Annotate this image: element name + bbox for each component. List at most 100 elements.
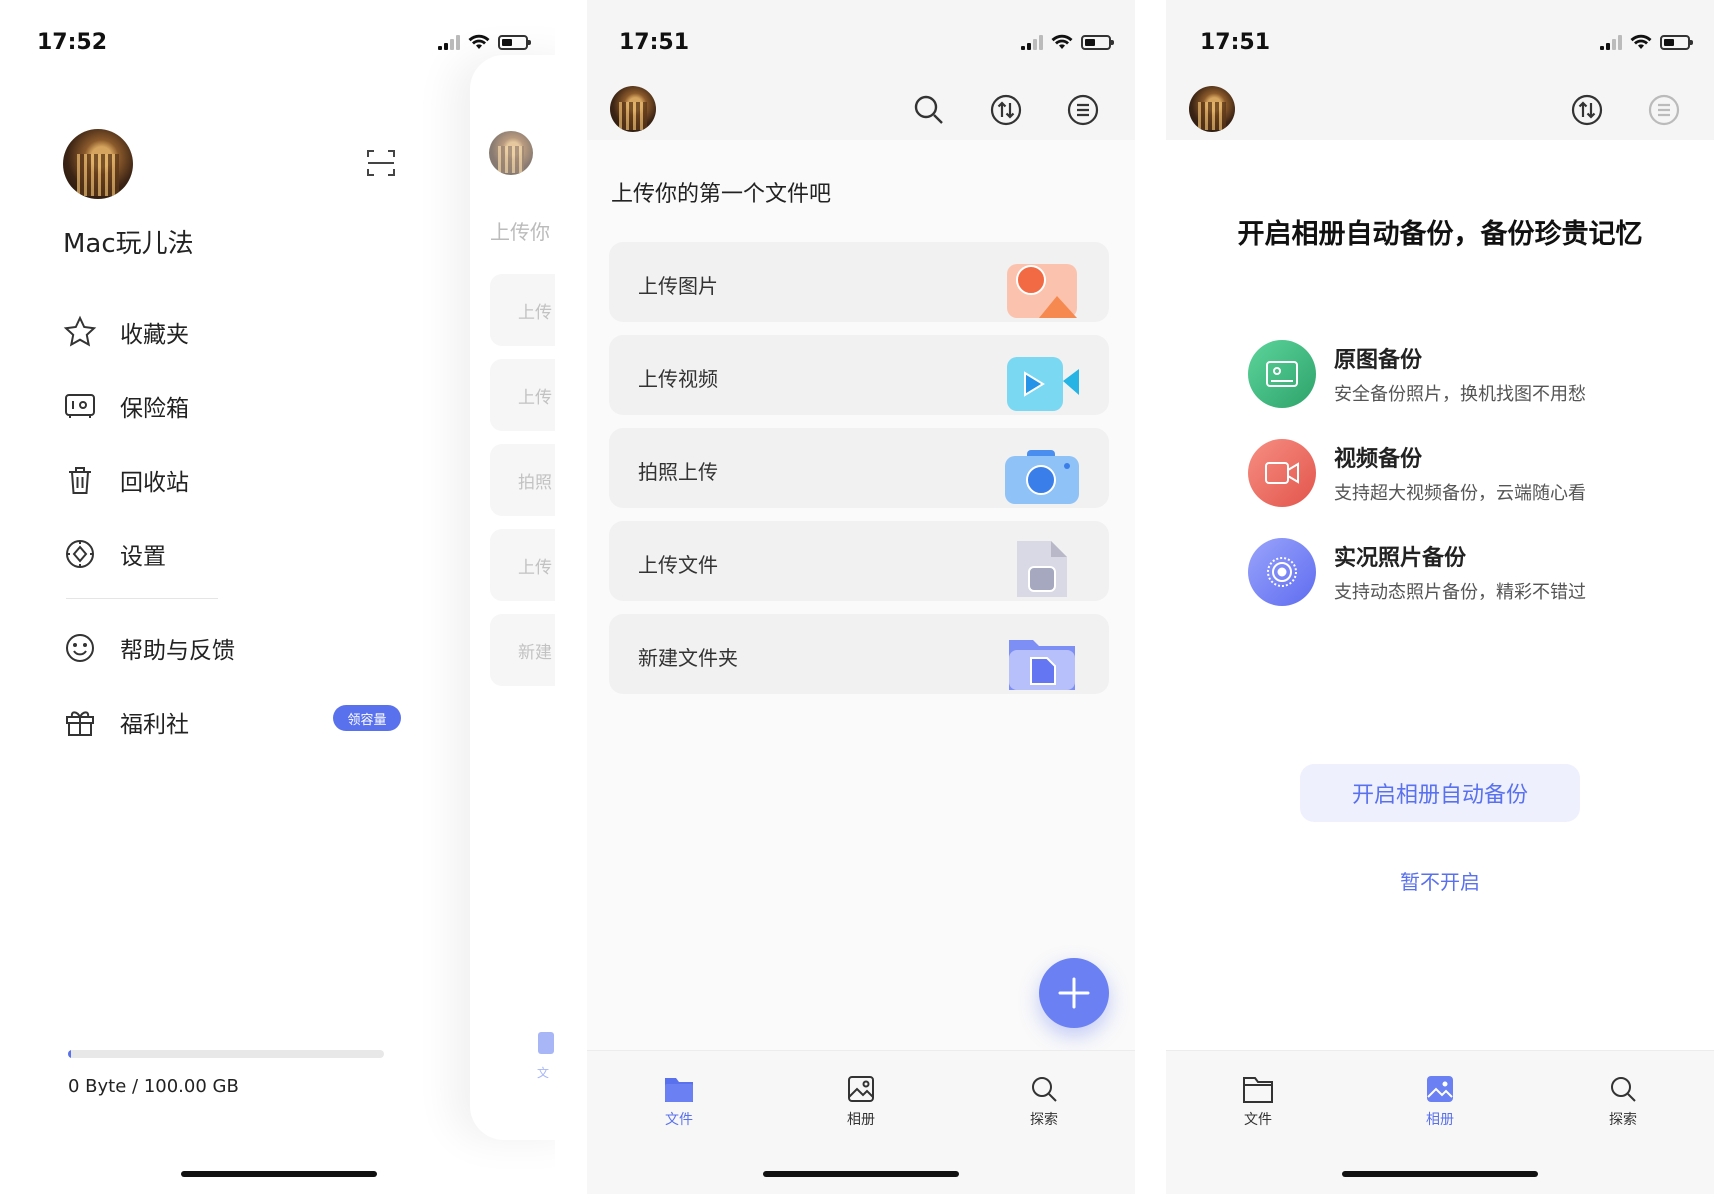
album-icon bbox=[848, 1076, 874, 1102]
menu-item-label: 福利社 bbox=[120, 712, 189, 738]
tab-label: 探索 bbox=[1609, 1112, 1637, 1128]
status-time: 17:52 bbox=[37, 30, 108, 55]
top-bar bbox=[587, 0, 1135, 140]
menu-item-label: 收藏夹 bbox=[120, 322, 189, 348]
profile-avatar[interactable] bbox=[63, 129, 133, 199]
feature-title: 视频备份 bbox=[1334, 447, 1423, 472]
safe-icon bbox=[63, 389, 97, 423]
status-time: 17:51 bbox=[1200, 30, 1271, 55]
scan-icon[interactable] bbox=[366, 148, 396, 178]
feature-photo-backup: 原图备份 安全备份照片，换机找图不用愁 bbox=[1248, 340, 1586, 408]
menu-item-trash[interactable]: 回收站 bbox=[63, 458, 403, 502]
battery-icon bbox=[1660, 34, 1693, 50]
tab-label: 文件 bbox=[1244, 1112, 1272, 1128]
feature-video-backup: 视频备份 支持超大视频备份，云端随心看 bbox=[1248, 439, 1586, 507]
card-label: 上传文件 bbox=[638, 553, 718, 577]
image-upload-icon bbox=[1007, 264, 1077, 318]
peek-folder-icon bbox=[538, 1032, 554, 1054]
peek-tab-label: 文 bbox=[537, 1066, 550, 1080]
tab-label: 文件 bbox=[665, 1112, 693, 1128]
tab-files[interactable]: 文件 bbox=[639, 1075, 719, 1129]
profile-avatar[interactable] bbox=[1189, 86, 1235, 132]
tab-explore[interactable]: 探索 bbox=[1004, 1075, 1084, 1129]
status-icons bbox=[1600, 34, 1693, 50]
star-icon bbox=[63, 315, 97, 349]
feature-desc: 安全备份照片，换机找图不用愁 bbox=[1334, 384, 1586, 405]
status-icons bbox=[1021, 34, 1114, 50]
folder-icon bbox=[665, 1078, 693, 1102]
gear-icon bbox=[63, 537, 97, 571]
feature-title: 实况照片备份 bbox=[1334, 546, 1467, 571]
peek-card: 拍照 bbox=[490, 444, 555, 516]
album-icon bbox=[1427, 1076, 1453, 1102]
card-label: 新建文件夹 bbox=[638, 646, 738, 670]
camera-upload-card[interactable]: 拍照上传 bbox=[609, 428, 1109, 508]
side-drawer-screen: 17:52 上传你 上传 上传 拍照 上传 新建 文 Mac玩儿法 收藏夹 保险… bbox=[0, 0, 555, 1194]
new-folder-card[interactable]: 新建文件夹 bbox=[609, 614, 1109, 694]
page-title: 上传你的第一个文件吧 bbox=[611, 182, 832, 207]
peek-card: 新建 bbox=[490, 614, 555, 686]
peek-title: 上传你 bbox=[490, 220, 550, 244]
peek-card: 上传 bbox=[490, 359, 555, 431]
wifi-icon bbox=[468, 34, 490, 49]
cellular-signal-icon bbox=[438, 34, 460, 50]
menu-item-label: 设置 bbox=[120, 544, 166, 570]
enable-auto-backup-button[interactable]: 开启相册自动备份 bbox=[1300, 764, 1580, 822]
feature-title: 原图备份 bbox=[1334, 348, 1423, 373]
add-fab-button[interactable] bbox=[1039, 958, 1109, 1028]
plus-icon bbox=[1058, 977, 1090, 1009]
menu-item-help[interactable]: 帮助与反馈 bbox=[63, 626, 403, 670]
feature-desc: 支持超大视频备份，云端随心看 bbox=[1334, 483, 1586, 504]
battery-icon bbox=[498, 34, 531, 50]
video-upload-icon bbox=[1007, 357, 1079, 411]
trash-icon bbox=[63, 463, 97, 497]
welfare-badge[interactable]: 领容量 bbox=[333, 705, 401, 731]
storage-progress-bar bbox=[68, 1050, 384, 1058]
upload-image-card[interactable]: 上传图片 bbox=[609, 242, 1109, 322]
menu-item-favorites[interactable]: 收藏夹 bbox=[63, 310, 403, 354]
wifi-icon bbox=[1051, 34, 1073, 49]
cellular-signal-icon bbox=[1021, 34, 1043, 50]
transfer-icon[interactable] bbox=[988, 92, 1024, 128]
peek-avatar bbox=[489, 131, 533, 175]
upload-video-card[interactable]: 上传视频 bbox=[609, 335, 1109, 415]
card-label: 拍照上传 bbox=[638, 460, 718, 484]
tab-label: 相册 bbox=[1426, 1112, 1454, 1128]
feature-live-photo-backup: 实况照片备份 支持动态照片备份，精彩不错过 bbox=[1248, 538, 1586, 606]
wifi-icon bbox=[1630, 34, 1652, 49]
menu-list-icon bbox=[1648, 94, 1680, 126]
card-label: 上传图片 bbox=[638, 274, 718, 298]
smile-icon bbox=[63, 631, 97, 665]
cellular-signal-icon bbox=[1600, 34, 1622, 50]
top-bar bbox=[1166, 0, 1714, 140]
search-icon[interactable] bbox=[911, 92, 947, 128]
file-upload-icon bbox=[1017, 541, 1067, 597]
not-now-link[interactable]: 暂不开启 bbox=[1166, 866, 1714, 895]
new-folder-icon bbox=[1009, 640, 1075, 690]
gift-icon bbox=[63, 705, 97, 739]
tab-label: 探索 bbox=[1030, 1112, 1058, 1128]
home-indicator[interactable] bbox=[181, 1171, 377, 1177]
upload-file-card[interactable]: 上传文件 bbox=[609, 521, 1109, 601]
menu-item-label: 帮助与反馈 bbox=[120, 638, 235, 664]
profile-avatar[interactable] bbox=[610, 86, 656, 132]
home-indicator[interactable] bbox=[1342, 1171, 1538, 1177]
peek-card: 上传 bbox=[490, 274, 555, 346]
tab-files[interactable]: 文件 bbox=[1218, 1075, 1298, 1129]
transfer-icon[interactable] bbox=[1569, 92, 1605, 128]
tab-album[interactable]: 相册 bbox=[1400, 1075, 1480, 1129]
menu-item-settings[interactable]: 设置 bbox=[63, 532, 403, 576]
tab-explore[interactable]: 探索 bbox=[1583, 1075, 1663, 1129]
tab-label: 相册 bbox=[847, 1112, 875, 1128]
storage-progress-fill bbox=[68, 1050, 72, 1058]
menu-list-icon[interactable] bbox=[1065, 92, 1101, 128]
tab-album[interactable]: 相册 bbox=[821, 1075, 901, 1129]
menu-divider bbox=[66, 598, 218, 599]
home-indicator[interactable] bbox=[763, 1171, 959, 1177]
files-screen: 17:51 上传你的第一个文件吧 上传图片 上传视频 拍照上传 上传文件 新建文… bbox=[587, 0, 1135, 1194]
camera-upload-icon bbox=[1005, 450, 1079, 504]
menu-item-safe[interactable]: 保险箱 bbox=[63, 384, 403, 428]
live-photo-icon bbox=[1248, 538, 1316, 606]
status-icons bbox=[438, 34, 531, 50]
battery-icon bbox=[1081, 34, 1114, 50]
